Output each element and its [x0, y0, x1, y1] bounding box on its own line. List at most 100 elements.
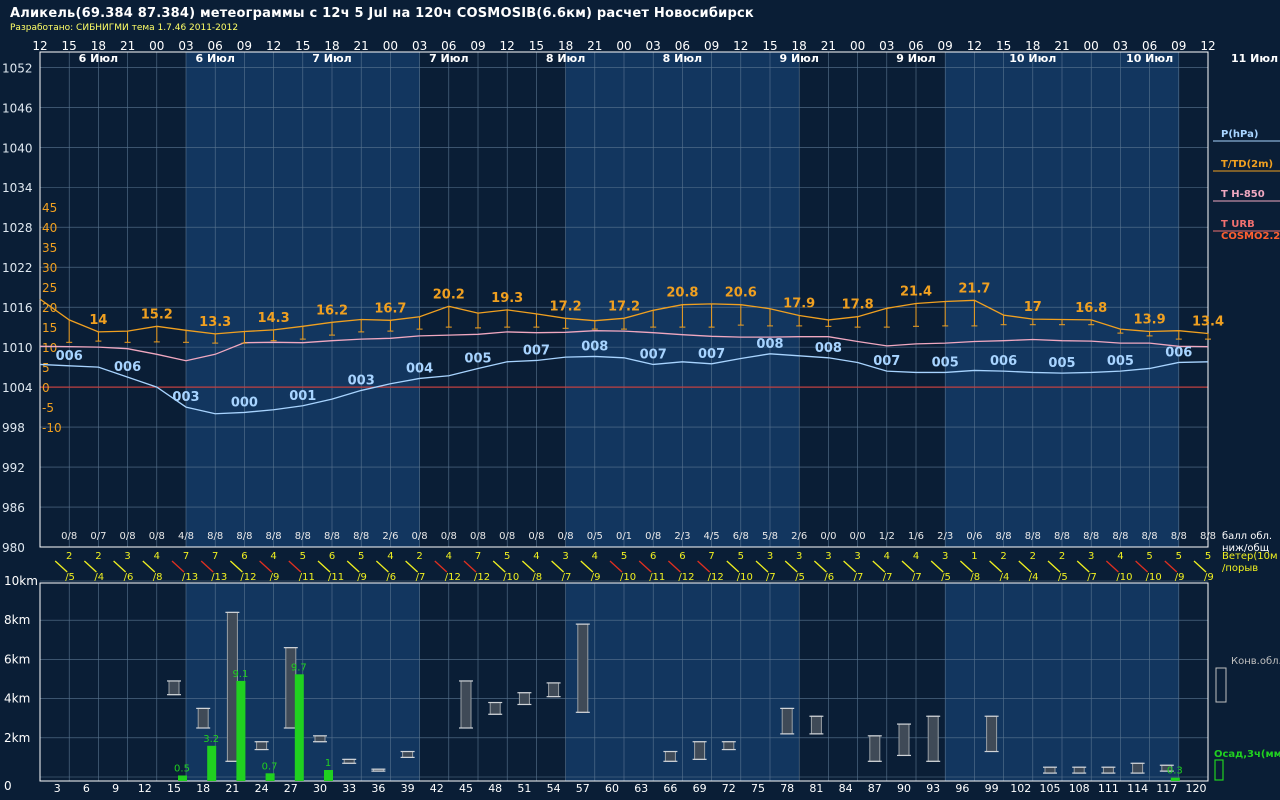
wind-speed: 2 — [1000, 551, 1006, 562]
wind-arrow — [200, 560, 214, 573]
wind-speed: 5 — [1146, 551, 1152, 562]
top-hour-label: 06 — [208, 39, 223, 53]
temperature-tick-label: 30 — [42, 261, 57, 275]
top-hour-label: 18 — [792, 39, 807, 53]
wind-arrow — [843, 560, 857, 573]
wind-gust: /12 — [445, 572, 461, 583]
pressure-label: 007 — [640, 347, 667, 362]
wind-speed: 3 — [942, 551, 948, 562]
conv-cloud-bar — [810, 715, 822, 735]
day-label: 8 Июл — [663, 52, 702, 65]
wind-speed: 6 — [329, 551, 335, 562]
wind-speed: 2 — [95, 551, 101, 562]
cloud-cover-value: 8/8 — [1200, 531, 1216, 542]
top-hour-label: 15 — [529, 39, 544, 53]
pressure-label: 005 — [464, 351, 491, 366]
wind-arrow — [726, 560, 740, 573]
wind-gust: /11 — [328, 572, 344, 583]
top-hour-label: 21 — [821, 39, 836, 53]
precip-bar — [178, 775, 187, 781]
cloud-cover-value: 5/8 — [762, 531, 778, 542]
wind-speed: 3 — [796, 551, 802, 562]
precip-bar — [1170, 777, 1180, 781]
wind-gust: /13 — [211, 572, 227, 583]
bottom-hour-label: 72 — [722, 782, 736, 795]
km-tick-label: 4km — [4, 692, 30, 706]
wind-gust: /7 — [883, 572, 893, 583]
wind-gust: /9 — [591, 572, 601, 583]
wind-arrow — [1164, 560, 1178, 573]
top-hour-label: 15 — [295, 39, 310, 53]
temperature-label: 20.8 — [666, 286, 698, 301]
temperature-tick-label: 0 — [42, 381, 50, 395]
wind-gust: /7 — [912, 572, 922, 583]
conv-cloud-bar — [168, 680, 180, 696]
precip-label: 3.2 — [203, 734, 219, 745]
legend-conv-swatch — [1215, 667, 1227, 703]
cloud-cover-value: 4/8 — [178, 531, 194, 542]
temperature-tick-label: 20 — [42, 301, 57, 315]
cloud-cover-value: 8/8 — [266, 531, 282, 542]
wind-arrow — [375, 560, 389, 573]
wind-arrow — [697, 560, 711, 573]
wind-arrow — [784, 560, 798, 573]
pressure-label: 008 — [756, 337, 783, 352]
top-hour-label: 21 — [354, 39, 369, 53]
bottom-hour-label: 117 — [1156, 782, 1177, 795]
wind-speed: 2 — [1030, 551, 1036, 562]
pressure-label: 008 — [581, 339, 608, 354]
pressure-label: 006 — [1165, 345, 1192, 360]
wind-gust: /12 — [708, 572, 724, 583]
cloud-cover-value: 0/0 — [820, 531, 836, 542]
wind-speed: 4 — [913, 551, 919, 562]
top-hour-label: 00 — [850, 39, 865, 53]
legend-conv-label: Конв.обл. — [1231, 656, 1280, 667]
wind-arrow — [989, 560, 1003, 573]
wind-speed: 3 — [825, 551, 831, 562]
wind-gust: /10 — [1116, 572, 1132, 583]
wind-arrow — [638, 560, 652, 573]
conv-cloud-bar — [226, 611, 238, 762]
wind-speed: 1 — [971, 551, 977, 562]
wind-unit-1: Ветер(10м — [1222, 551, 1278, 562]
temperature-label: 17.2 — [608, 299, 640, 314]
cloud-cover-value: 8/8 — [1025, 531, 1041, 542]
conv-cloud-bar — [1102, 766, 1114, 774]
bottom-hour-label: 99 — [985, 782, 999, 795]
cloud-cover-value: 8/8 — [1171, 531, 1187, 542]
km-tick-label: 0 — [4, 779, 12, 793]
wind-arrow — [229, 560, 243, 573]
cloud-cover-value: 2/3 — [674, 531, 690, 542]
precip-bar — [236, 680, 246, 781]
wind-gust: /4 — [1029, 572, 1039, 583]
top-hour-label: 18 — [324, 39, 339, 53]
pressure-tick-label: 980 — [2, 541, 25, 555]
bottom-hour-label: 21 — [225, 782, 239, 795]
top-hour-label: 12 — [967, 39, 982, 53]
wind-gust: /6 — [824, 572, 834, 583]
wind-gust: /10 — [737, 572, 753, 583]
cloud-cover-value: 0/8 — [441, 531, 457, 542]
temperature-label: 17.2 — [550, 299, 582, 314]
bottom-hour-label: 111 — [1098, 782, 1119, 795]
wind-gust: /4 — [1000, 572, 1010, 583]
top-hour-label: 09 — [237, 39, 252, 53]
wind-row: 2/5 2/4 3/6 4/8 7/13 7/13 6/12 4/9 5/11 6/11 5/9 4 /… — [54, 551, 1278, 583]
conv-cloud-bar — [256, 741, 268, 751]
conv-cloud-bar — [1132, 762, 1144, 774]
top-hour-label: 00 — [1084, 39, 1099, 53]
cloud-cover-value: 2/3 — [937, 531, 953, 542]
cloud-cover-value: 0/8 — [149, 531, 165, 542]
top-hour-label: 18 — [558, 39, 573, 53]
cloud-cover-value: 0/5 — [587, 531, 603, 542]
top-hour-label: 21 — [120, 39, 135, 53]
conv-cloud-bar — [285, 647, 297, 729]
cloud-cover-value: 0/8 — [558, 531, 574, 542]
legend-label: T/TD(2m) — [1221, 159, 1273, 170]
wind-arrow — [288, 560, 302, 573]
pressure-label: 007 — [873, 354, 900, 369]
wind-speed: 3 — [124, 551, 130, 562]
bottom-hour-label: 48 — [488, 782, 502, 795]
conv-cloud-bar — [314, 735, 326, 743]
precip-label: 1 — [325, 758, 331, 769]
